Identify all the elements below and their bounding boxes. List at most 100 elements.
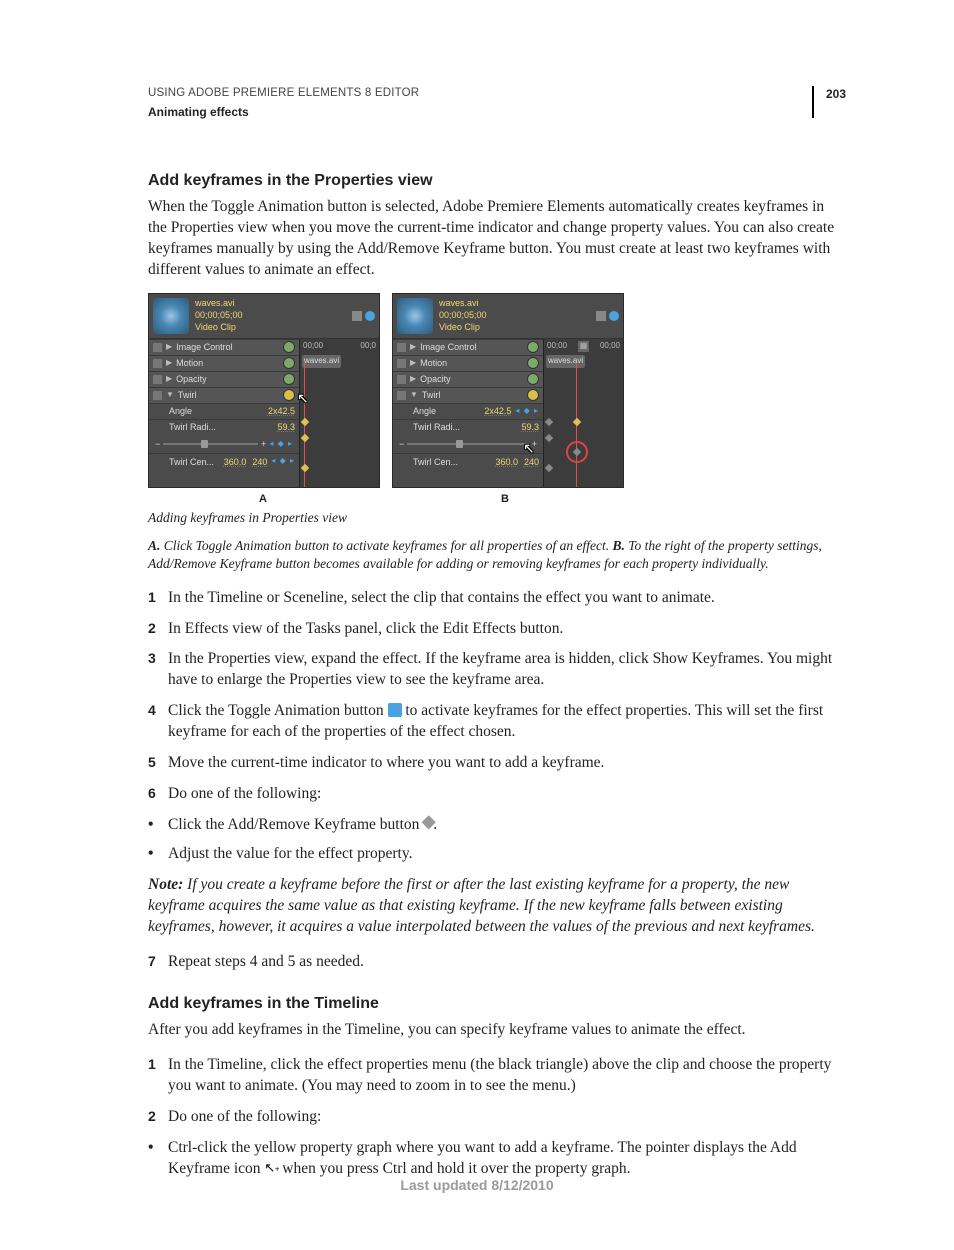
reset-icon[interactable] <box>283 373 295 385</box>
val-center2[interactable]: 240 <box>524 456 539 468</box>
prop-opacity: Opacity <box>176 373 207 385</box>
fx-icon <box>153 343 162 352</box>
play-icon[interactable] <box>596 311 606 321</box>
collapse-icon[interactable]: ▼ <box>410 390 418 401</box>
heading-properties-view: Add keyframes in the Properties view <box>148 170 846 192</box>
tc-left: 00;00 <box>547 341 567 352</box>
val-angle[interactable]: 2x42.5 <box>268 405 295 417</box>
expand-icon[interactable]: ▶ <box>410 358 416 369</box>
keyframe-nav[interactable]: ◂ ◆ ▸ <box>515 406 539 417</box>
val-center[interactable]: 360.0 <box>495 456 518 468</box>
step-text: Move the current-time indicator to where… <box>168 753 604 774</box>
figure-caption-title: Adding keyframes in Properties view <box>148 509 846 527</box>
prop-angle: Angle <box>169 405 192 417</box>
prop-radius: Twirl Radi... <box>413 421 460 433</box>
note-paragraph: Note: If you create a keyframe before th… <box>148 875 846 938</box>
figure-caption: A. Click Toggle Animation button to acti… <box>148 537 846 573</box>
page-number: 203 <box>812 86 846 118</box>
keyframe-diamond-icon[interactable] <box>545 464 553 472</box>
collapse-icon[interactable]: ▼ <box>166 390 174 401</box>
clip-name: waves.avi <box>195 298 243 310</box>
val-radius[interactable]: 59.3 <box>521 421 539 433</box>
prop-center: Twirl Cen... <box>169 456 214 468</box>
clip-timecode: 00;00;05;00 <box>195 310 243 322</box>
expand-icon[interactable]: ▶ <box>166 374 172 385</box>
tc-left: 00;00 <box>303 341 323 352</box>
reset-icon[interactable] <box>283 341 295 353</box>
keyframe-area[interactable]: 00;0000;0 waves.avi <box>299 339 379 487</box>
stopwatch-icon[interactable] <box>365 311 375 321</box>
steps-list-1-cont: 7Repeat steps 4 and 5 as needed. <box>148 952 846 973</box>
prop-image-control: Image Control <box>176 341 233 353</box>
toggle-animation-icon[interactable] <box>527 389 539 401</box>
prop-center: Twirl Cen... <box>413 456 458 468</box>
prop-twirl: Twirl <box>422 389 441 401</box>
reset-icon[interactable] <box>527 373 539 385</box>
reset-icon[interactable] <box>283 357 295 369</box>
step6-bullets: Click the Add/Remove Keyframe button . A… <box>148 815 846 865</box>
keyframe-diamond-icon[interactable] <box>545 434 553 442</box>
step-text: Do one of the following: <box>168 1107 321 1128</box>
keyframe-diamond-icon[interactable] <box>301 418 309 426</box>
footer-updated: Last updated 8/12/2010 <box>0 1176 954 1195</box>
bullet-text: Adjust the value for the effect property… <box>168 844 412 865</box>
val-radius[interactable]: 59.3 <box>277 421 295 433</box>
fx-icon <box>153 359 162 368</box>
expand-icon[interactable]: ▶ <box>166 342 172 353</box>
play-icon[interactable] <box>352 311 362 321</box>
step-text: Repeat steps 4 and 5 as needed. <box>168 952 364 973</box>
clip-name: waves.avi <box>439 298 487 310</box>
reset-icon[interactable] <box>527 357 539 369</box>
step-text: In the Properties view, expand the effec… <box>168 649 846 691</box>
keyframe-diamond-icon[interactable] <box>545 418 553 426</box>
clip-timecode: 00;00;05;00 <box>439 310 487 322</box>
step-text: In Effects view of the Tasks panel, clic… <box>168 619 563 640</box>
keyframe-diamond-icon[interactable] <box>301 464 309 472</box>
val-angle[interactable]: 2x42.5 <box>484 405 511 417</box>
kf-tab: waves.avi <box>546 355 585 368</box>
tc-right: 00;0 <box>360 341 376 352</box>
chapter-title: Animating effects <box>148 104 419 120</box>
keyframe-diamond-icon[interactable] <box>573 418 581 426</box>
intro-paragraph: When the Toggle Animation button is sele… <box>148 197 846 281</box>
prop-twirl: Twirl <box>178 389 197 401</box>
radius-slider[interactable] <box>163 443 258 445</box>
panel-b: waves.avi 00;00;05;00 Video Clip ▶Image … <box>392 293 624 488</box>
figure-label-b: B <box>390 492 620 507</box>
bullet-text: Ctrl-click the yellow property graph whe… <box>168 1138 846 1180</box>
keyframe-nav[interactable]: ◂ ◆ ▸ <box>269 439 293 450</box>
page: USING ADOBE PREMIERE ELEMENTS 8 EDITOR A… <box>0 0 954 1250</box>
step2-bullets: Ctrl-click the yellow property graph whe… <box>148 1138 846 1180</box>
toggle-animation-icon[interactable] <box>283 389 295 401</box>
expand-icon[interactable]: ▶ <box>410 342 416 353</box>
toggle-animation-icon <box>388 703 402 717</box>
steps-list-1: 1In the Timeline or Sceneline, select th… <box>148 588 846 805</box>
reset-icon[interactable] <box>527 341 539 353</box>
prop-angle: Angle <box>413 405 436 417</box>
prop-radius: Twirl Radi... <box>169 421 216 433</box>
prop-opacity: Opacity <box>420 373 451 385</box>
clip-type: Video Clip <box>195 322 243 334</box>
step-text: In the Timeline or Sceneline, select the… <box>168 588 715 609</box>
tc-right: ▦ <box>578 341 590 352</box>
bullet-text: Click the Add/Remove Keyframe button . <box>168 815 437 836</box>
keyframe-area[interactable]: 00;00 ▦ 00;00 waves.avi <box>543 339 623 487</box>
fx-icon <box>397 375 406 384</box>
stopwatch-icon[interactable] <box>609 311 619 321</box>
figure-label-a: A <box>148 492 378 507</box>
keyframe-diamond-icon[interactable] <box>301 434 309 442</box>
clip-thumbnail <box>397 298 433 334</box>
fx-icon <box>397 343 406 352</box>
val-center[interactable]: 360.0 <box>224 456 247 468</box>
tc-right2: 00;00 <box>600 341 620 352</box>
expand-icon[interactable]: ▶ <box>166 358 172 369</box>
keyframe-nav[interactable]: ◂ ◆ ▸ <box>271 456 295 467</box>
panel-a: waves.avi 00;00;05;00 Video Clip ▶ Image … <box>148 293 380 488</box>
clip-type: Video Clip <box>439 322 487 334</box>
highlight-circle-icon <box>566 441 588 463</box>
val-center2[interactable]: 240 <box>252 456 267 468</box>
prop-motion: Motion <box>420 357 447 369</box>
step-text: In the Timeline, click the effect proper… <box>168 1055 846 1097</box>
expand-icon[interactable]: ▶ <box>410 374 416 385</box>
radius-slider[interactable] <box>407 443 528 445</box>
